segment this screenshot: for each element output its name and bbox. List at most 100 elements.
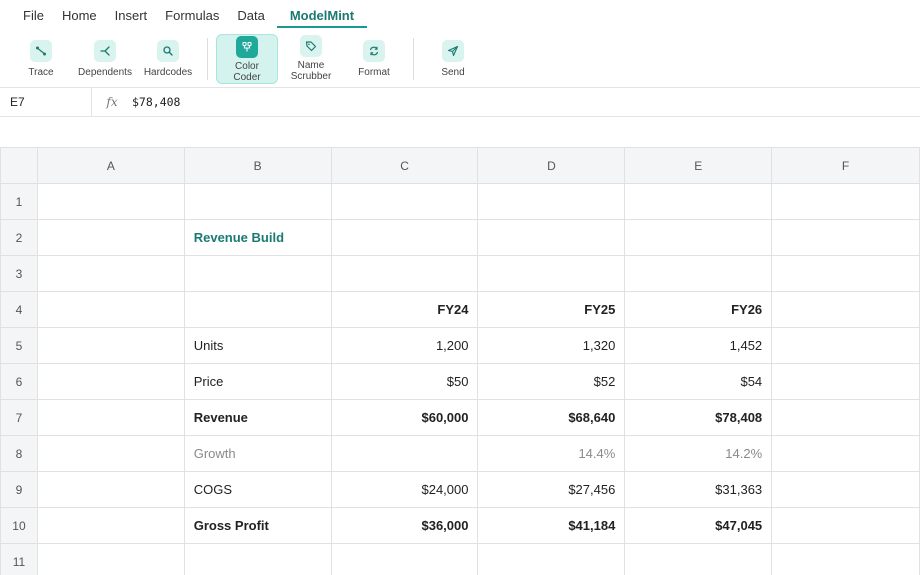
trace-button[interactable]: Trace xyxy=(18,34,64,84)
name-box[interactable]: E7 xyxy=(0,87,92,117)
row-header[interactable]: 8 xyxy=(0,435,38,472)
label-cell[interactable]: Price xyxy=(183,363,332,400)
column-header-f[interactable]: F xyxy=(771,147,920,184)
value-cell[interactable]: $52 xyxy=(477,363,626,400)
row-header[interactable]: 6 xyxy=(0,363,38,400)
cell[interactable] xyxy=(477,219,626,256)
value-cell[interactable]: $41,184 xyxy=(477,507,626,544)
hardcodes-button[interactable]: Hardcodes xyxy=(141,34,195,84)
cell[interactable] xyxy=(771,219,920,256)
cell[interactable] xyxy=(771,363,920,400)
select-all-corner[interactable] xyxy=(0,147,38,184)
label-cell[interactable]: COGS xyxy=(183,471,332,508)
cell[interactable] xyxy=(771,291,920,328)
cell[interactable] xyxy=(771,183,920,220)
value-cell[interactable]: $36,000 xyxy=(330,507,479,544)
menu-insert[interactable]: Insert xyxy=(106,0,157,30)
cell[interactable] xyxy=(36,543,185,575)
row-header[interactable]: 4 xyxy=(0,291,38,328)
menu-modelmint[interactable]: ModelMint xyxy=(276,0,368,30)
row-header[interactable]: 11 xyxy=(0,543,38,575)
row-header[interactable]: 3 xyxy=(0,255,38,292)
name-scrubber-label: Name Scrubber xyxy=(290,60,332,82)
cell[interactable] xyxy=(624,255,773,292)
value-cell[interactable] xyxy=(330,435,479,472)
format-button[interactable]: Format xyxy=(352,34,396,84)
formula-input[interactable]: $78,408 xyxy=(132,95,180,109)
cell[interactable] xyxy=(183,183,332,220)
cell[interactable] xyxy=(771,327,920,364)
value-cell[interactable]: $60,000 xyxy=(330,399,479,436)
row-header[interactable]: 7 xyxy=(0,399,38,436)
cell[interactable] xyxy=(36,471,185,508)
value-cell[interactable]: 14.2% xyxy=(624,435,773,472)
row-header[interactable]: 1 xyxy=(0,183,38,220)
label-cell[interactable]: Growth xyxy=(183,435,332,472)
row-header[interactable]: 2 xyxy=(0,219,38,256)
cell[interactable] xyxy=(36,255,185,292)
cell[interactable] xyxy=(477,183,626,220)
cell[interactable] xyxy=(771,435,920,472)
cell[interactable] xyxy=(477,255,626,292)
cell[interactable] xyxy=(624,183,773,220)
cell[interactable] xyxy=(330,219,479,256)
year-header-cell[interactable]: FY25 xyxy=(477,291,626,328)
row-header[interactable]: 10 xyxy=(0,507,38,544)
value-cell[interactable]: $50 xyxy=(330,363,479,400)
value-cell[interactable]: $27,456 xyxy=(477,471,626,508)
column-header-c[interactable]: C xyxy=(330,147,479,184)
cell[interactable] xyxy=(771,507,920,544)
dependents-button[interactable]: Dependents xyxy=(76,34,134,84)
menu-formulas[interactable]: Formulas xyxy=(156,0,228,30)
cell[interactable] xyxy=(36,327,185,364)
cell[interactable] xyxy=(183,543,332,575)
value-cell[interactable]: $31,363 xyxy=(624,471,773,508)
value-cell[interactable]: $24,000 xyxy=(330,471,479,508)
cell[interactable] xyxy=(36,291,185,328)
value-cell[interactable]: 1,452 xyxy=(624,327,773,364)
cell[interactable] xyxy=(36,363,185,400)
cell[interactable] xyxy=(183,291,332,328)
cell[interactable] xyxy=(771,399,920,436)
cell[interactable] xyxy=(771,543,920,575)
value-cell[interactable]: 14.4% xyxy=(477,435,626,472)
menu-home[interactable]: Home xyxy=(53,0,106,30)
color-coder-button[interactable]: Color Coder xyxy=(216,34,278,84)
cell[interactable] xyxy=(330,255,479,292)
column-header-a[interactable]: A xyxy=(36,147,185,184)
cell[interactable] xyxy=(36,435,185,472)
year-header-cell[interactable]: FY26 xyxy=(624,291,773,328)
cell[interactable] xyxy=(771,255,920,292)
value-cell[interactable]: $47,045 xyxy=(624,507,773,544)
value-cell[interactable]: $68,640 xyxy=(477,399,626,436)
cell[interactable] xyxy=(183,255,332,292)
cell[interactable] xyxy=(330,543,479,575)
menu-file[interactable]: File xyxy=(14,0,53,30)
send-button[interactable]: Send xyxy=(434,34,472,84)
cell[interactable] xyxy=(36,507,185,544)
name-scrubber-button[interactable]: Name Scrubber xyxy=(285,34,337,84)
column-header-e[interactable]: E xyxy=(624,147,773,184)
cell[interactable] xyxy=(477,543,626,575)
cell[interactable] xyxy=(36,219,185,256)
column-header-b[interactable]: B xyxy=(183,147,332,184)
value-cell[interactable]: 1,200 xyxy=(330,327,479,364)
section-title-cell[interactable]: Revenue Build xyxy=(183,219,332,256)
cell[interactable] xyxy=(36,399,185,436)
cell[interactable] xyxy=(36,183,185,220)
menu-data[interactable]: Data xyxy=(228,0,273,30)
value-cell[interactable]: $54 xyxy=(624,363,773,400)
cell[interactable] xyxy=(330,183,479,220)
column-header-d[interactable]: D xyxy=(477,147,626,184)
cell[interactable] xyxy=(624,543,773,575)
row-header[interactable]: 9 xyxy=(0,471,38,508)
label-cell[interactable]: Revenue xyxy=(183,399,332,436)
year-header-cell[interactable]: FY24 xyxy=(330,291,479,328)
value-cell[interactable]: 1,320 xyxy=(477,327,626,364)
cell[interactable] xyxy=(624,219,773,256)
label-cell[interactable]: Units xyxy=(183,327,332,364)
cell[interactable] xyxy=(771,471,920,508)
label-cell[interactable]: Gross Profit xyxy=(183,507,332,544)
row-header[interactable]: 5 xyxy=(0,327,38,364)
value-cell[interactable]: $78,408 xyxy=(624,399,773,436)
